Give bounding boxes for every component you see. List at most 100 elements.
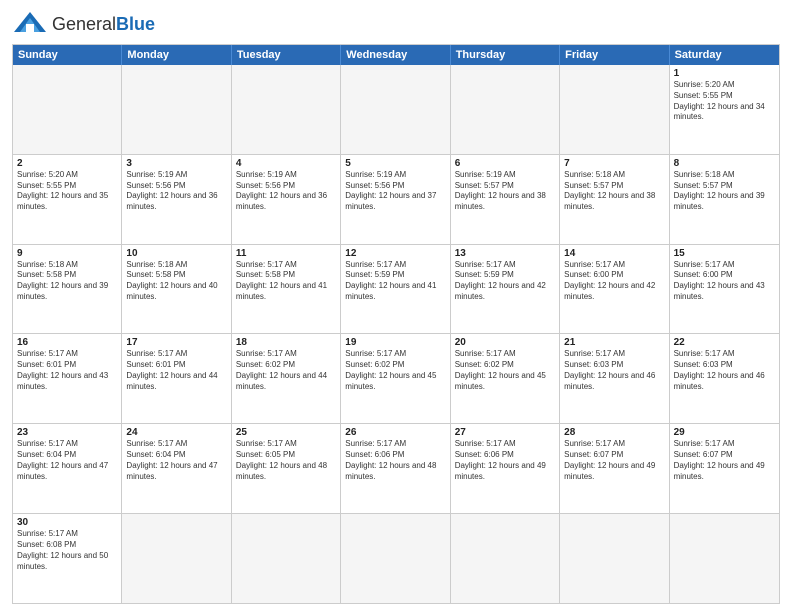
calendar-cell: 20Sunrise: 5:17 AMSunset: 6:02 PMDayligh… [451,334,560,423]
sun-info: Sunrise: 5:17 AMSunset: 6:00 PMDaylight:… [564,260,664,303]
day-number: 13 [455,248,555,259]
calendar-cell: 7Sunrise: 5:18 AMSunset: 5:57 PMDaylight… [560,155,669,244]
sun-info: Sunrise: 5:17 AMSunset: 6:06 PMDaylight:… [345,439,445,482]
sun-info: Sunrise: 5:17 AMSunset: 6:01 PMDaylight:… [126,349,226,392]
sun-info: Sunrise: 5:19 AMSunset: 5:57 PMDaylight:… [455,170,555,213]
day-number: 4 [236,158,336,169]
day-number: 6 [455,158,555,169]
sun-info: Sunrise: 5:17 AMSunset: 5:59 PMDaylight:… [345,260,445,303]
sun-info: Sunrise: 5:17 AMSunset: 6:06 PMDaylight:… [455,439,555,482]
sun-info: Sunrise: 5:17 AMSunset: 6:08 PMDaylight:… [17,529,117,572]
header-day-thursday: Thursday [451,45,560,65]
header: GeneralBlue [12,10,780,38]
day-number: 10 [126,248,226,259]
sun-info: Sunrise: 5:17 AMSunset: 5:58 PMDaylight:… [236,260,336,303]
sun-info: Sunrise: 5:17 AMSunset: 6:03 PMDaylight:… [564,349,664,392]
calendar-cell: 2Sunrise: 5:20 AMSunset: 5:55 PMDaylight… [13,155,122,244]
logo: GeneralBlue [12,10,155,38]
day-number: 30 [17,517,117,528]
calendar: SundayMondayTuesdayWednesdayThursdayFrid… [12,44,780,604]
sun-info: Sunrise: 5:17 AMSunset: 6:07 PMDaylight:… [564,439,664,482]
day-number: 1 [674,68,775,79]
logo-text: GeneralBlue [52,14,155,35]
day-number: 22 [674,337,775,348]
calendar-cell: 16Sunrise: 5:17 AMSunset: 6:01 PMDayligh… [13,334,122,423]
calendar-cell: 15Sunrise: 5:17 AMSunset: 6:00 PMDayligh… [670,245,779,334]
calendar-cell: 29Sunrise: 5:17 AMSunset: 6:07 PMDayligh… [670,424,779,513]
day-number: 5 [345,158,445,169]
day-number: 29 [674,427,775,438]
calendar-week-3: 16Sunrise: 5:17 AMSunset: 6:01 PMDayligh… [13,333,779,423]
sun-info: Sunrise: 5:17 AMSunset: 6:05 PMDaylight:… [236,439,336,482]
calendar-cell: 11Sunrise: 5:17 AMSunset: 5:58 PMDayligh… [232,245,341,334]
calendar-cell: 10Sunrise: 5:18 AMSunset: 5:58 PMDayligh… [122,245,231,334]
day-number: 25 [236,427,336,438]
day-number: 11 [236,248,336,259]
sun-info: Sunrise: 5:18 AMSunset: 5:57 PMDaylight:… [564,170,664,213]
calendar-cell: 30Sunrise: 5:17 AMSunset: 6:08 PMDayligh… [13,514,122,603]
calendar-week-2: 9Sunrise: 5:18 AMSunset: 5:58 PMDaylight… [13,244,779,334]
sun-info: Sunrise: 5:17 AMSunset: 6:02 PMDaylight:… [236,349,336,392]
header-day-friday: Friday [560,45,669,65]
calendar-cell: 6Sunrise: 5:19 AMSunset: 5:57 PMDaylight… [451,155,560,244]
calendar-week-0: 1Sunrise: 5:20 AMSunset: 5:55 PMDaylight… [13,65,779,154]
sun-info: Sunrise: 5:20 AMSunset: 5:55 PMDaylight:… [674,80,775,123]
header-day-saturday: Saturday [670,45,779,65]
day-number: 19 [345,337,445,348]
calendar-week-4: 23Sunrise: 5:17 AMSunset: 6:04 PMDayligh… [13,423,779,513]
calendar-body: 1Sunrise: 5:20 AMSunset: 5:55 PMDaylight… [13,65,779,603]
logo-icon [12,10,48,38]
sun-info: Sunrise: 5:17 AMSunset: 6:01 PMDaylight:… [17,349,117,392]
calendar-cell [122,514,231,603]
calendar-cell: 26Sunrise: 5:17 AMSunset: 6:06 PMDayligh… [341,424,450,513]
calendar-cell: 9Sunrise: 5:18 AMSunset: 5:58 PMDaylight… [13,245,122,334]
calendar-cell [13,65,122,154]
calendar-cell: 27Sunrise: 5:17 AMSunset: 6:06 PMDayligh… [451,424,560,513]
day-number: 9 [17,248,117,259]
calendar-cell: 3Sunrise: 5:19 AMSunset: 5:56 PMDaylight… [122,155,231,244]
calendar-cell: 5Sunrise: 5:19 AMSunset: 5:56 PMDaylight… [341,155,450,244]
calendar-cell: 4Sunrise: 5:19 AMSunset: 5:56 PMDaylight… [232,155,341,244]
day-number: 2 [17,158,117,169]
calendar-header: SundayMondayTuesdayWednesdayThursdayFrid… [13,45,779,65]
sun-info: Sunrise: 5:17 AMSunset: 6:04 PMDaylight:… [17,439,117,482]
calendar-cell [341,65,450,154]
calendar-cell: 14Sunrise: 5:17 AMSunset: 6:00 PMDayligh… [560,245,669,334]
sun-info: Sunrise: 5:18 AMSunset: 5:57 PMDaylight:… [674,170,775,213]
sun-info: Sunrise: 5:20 AMSunset: 5:55 PMDaylight:… [17,170,117,213]
calendar-cell: 23Sunrise: 5:17 AMSunset: 6:04 PMDayligh… [13,424,122,513]
day-number: 28 [564,427,664,438]
day-number: 16 [17,337,117,348]
calendar-cell [341,514,450,603]
sun-info: Sunrise: 5:17 AMSunset: 6:02 PMDaylight:… [455,349,555,392]
day-number: 20 [455,337,555,348]
calendar-cell: 24Sunrise: 5:17 AMSunset: 6:04 PMDayligh… [122,424,231,513]
calendar-cell: 18Sunrise: 5:17 AMSunset: 6:02 PMDayligh… [232,334,341,423]
calendar-cell [451,514,560,603]
calendar-cell: 21Sunrise: 5:17 AMSunset: 6:03 PMDayligh… [560,334,669,423]
day-number: 7 [564,158,664,169]
calendar-cell: 22Sunrise: 5:17 AMSunset: 6:03 PMDayligh… [670,334,779,423]
sun-info: Sunrise: 5:17 AMSunset: 5:59 PMDaylight:… [455,260,555,303]
calendar-cell: 19Sunrise: 5:17 AMSunset: 6:02 PMDayligh… [341,334,450,423]
day-number: 24 [126,427,226,438]
day-number: 14 [564,248,664,259]
calendar-cell [560,65,669,154]
calendar-cell: 1Sunrise: 5:20 AMSunset: 5:55 PMDaylight… [670,65,779,154]
day-number: 8 [674,158,775,169]
sun-info: Sunrise: 5:18 AMSunset: 5:58 PMDaylight:… [17,260,117,303]
calendar-cell: 25Sunrise: 5:17 AMSunset: 6:05 PMDayligh… [232,424,341,513]
sun-info: Sunrise: 5:17 AMSunset: 6:02 PMDaylight:… [345,349,445,392]
day-number: 15 [674,248,775,259]
header-day-monday: Monday [122,45,231,65]
day-number: 26 [345,427,445,438]
header-day-sunday: Sunday [13,45,122,65]
sun-info: Sunrise: 5:17 AMSunset: 6:07 PMDaylight:… [674,439,775,482]
calendar-cell: 17Sunrise: 5:17 AMSunset: 6:01 PMDayligh… [122,334,231,423]
day-number: 3 [126,158,226,169]
calendar-week-1: 2Sunrise: 5:20 AMSunset: 5:55 PMDaylight… [13,154,779,244]
sun-info: Sunrise: 5:19 AMSunset: 5:56 PMDaylight:… [126,170,226,213]
day-number: 18 [236,337,336,348]
calendar-cell: 28Sunrise: 5:17 AMSunset: 6:07 PMDayligh… [560,424,669,513]
sun-info: Sunrise: 5:19 AMSunset: 5:56 PMDaylight:… [236,170,336,213]
